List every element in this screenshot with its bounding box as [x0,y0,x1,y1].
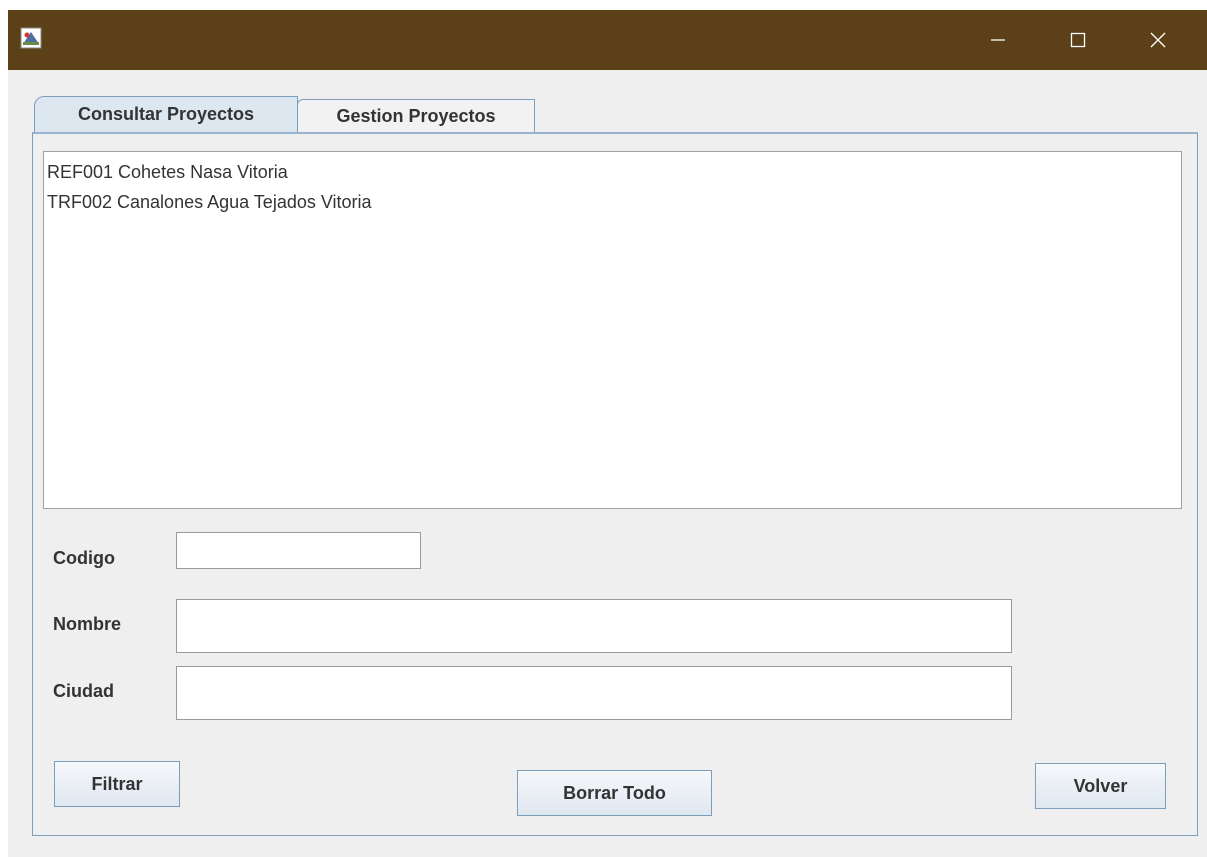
borrar-todo-button[interactable]: Borrar Todo [517,770,712,816]
tab-panel-consultar-proyectos: REF001 Cohetes Nasa Vitoria TRF002 Canal… [32,132,1198,836]
project-list[interactable]: REF001 Cohetes Nasa Vitoria TRF002 Canal… [43,151,1182,509]
tab-gestion-proyectos[interactable]: Gestion Proyectos [297,99,535,132]
minimize-button[interactable] [968,10,1028,70]
minimize-icon [991,39,1005,41]
nombre-label: Nombre [53,614,122,634]
ciudad-label: Ciudad [53,681,114,701]
list-item[interactable]: REF001 Cohetes Nasa Vitoria [47,157,1178,187]
title-bar[interactable] [8,10,1207,70]
nombre-field[interactable] [176,599,1012,653]
tab-consultar-proyectos[interactable]: Consultar Proyectos [34,96,298,132]
close-icon [1150,32,1166,48]
ciudad-field[interactable] [176,666,1012,720]
volver-button[interactable]: Volver [1035,763,1166,809]
maximize-button[interactable] [1048,10,1108,70]
list-item[interactable]: TRF002 Canalones Agua Tejados Vitoria [47,187,1178,217]
close-button[interactable] [1128,10,1188,70]
filtrar-button[interactable]: Filtrar [54,761,180,807]
maximize-icon [1070,32,1086,48]
codigo-field[interactable] [176,532,421,569]
application-window: Consultar Proyectos Gestion Proyectos RE… [8,10,1207,857]
java-app-icon [20,27,42,49]
codigo-label: Codigo [53,548,115,568]
